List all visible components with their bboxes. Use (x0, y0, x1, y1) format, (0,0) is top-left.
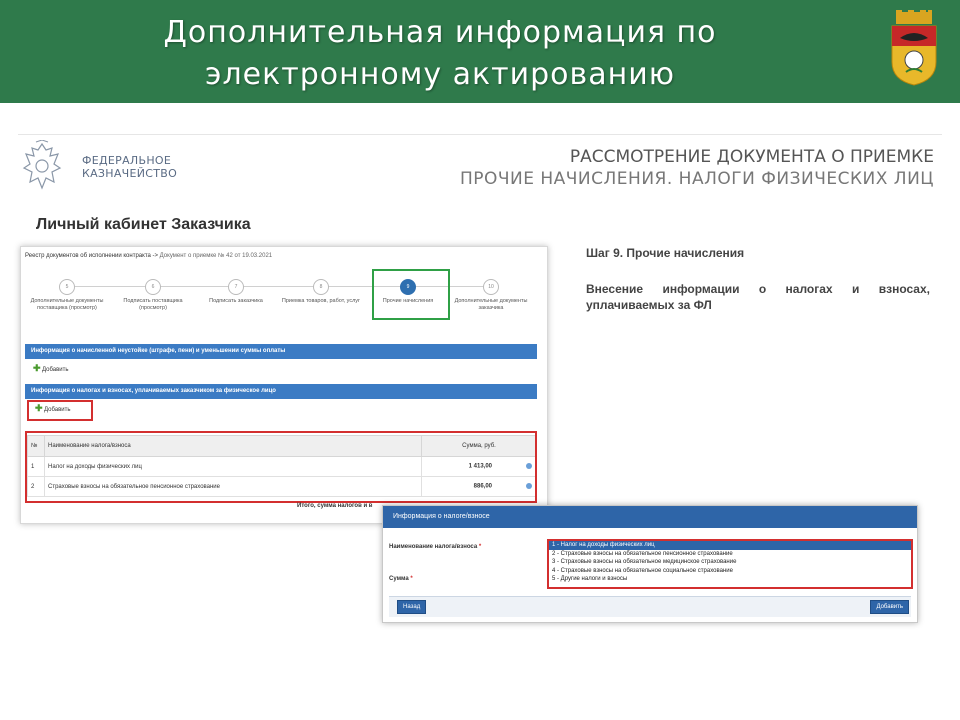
eagle-emblem-icon (22, 140, 62, 190)
penalty-section-header: Информация о начисленной неустойке (штра… (25, 344, 537, 359)
add-button-highlight (27, 400, 93, 421)
sum-label-text: Сумма (389, 576, 409, 582)
dropdown-option[interactable]: 2 - Страховые взносы на обязательное пен… (549, 550, 911, 559)
dropdown-option[interactable]: 3 - Страховые взносы на обязательное мед… (549, 558, 911, 567)
add-penalty-button[interactable]: ✚Добавить (33, 363, 69, 374)
add-button[interactable]: Добавить (870, 600, 909, 614)
tax-name-label-text: Наименование налога/взноса (389, 544, 478, 550)
step-description: Внесение информации о налогах и взносах,… (586, 282, 930, 312)
dropdown-option[interactable]: 4 - Страховые взносы на обязательное соц… (549, 567, 911, 576)
dropdown-option[interactable]: 5 - Другие налоги и взносы (549, 575, 911, 584)
active-step-highlight (372, 269, 450, 320)
step-label: Приемка товаров, работ, услуг (281, 298, 361, 304)
org-name-line2: КАЗНАЧЕЙСТВО (82, 167, 178, 180)
step-6[interactable]: 6 Подписать поставщика (просмотр) (113, 279, 193, 312)
org-name-line1: ФЕДЕРАЛЬНОЕ (82, 154, 172, 167)
step-10[interactable]: 10 Дополнительные документы заказчика (451, 279, 531, 312)
title-banner: Дополнительная информация по электронном… (0, 0, 960, 103)
step-heading: Шаг 9. Прочие начисления (586, 246, 745, 260)
back-button[interactable]: Назад (397, 600, 427, 614)
dialog-footer (389, 596, 911, 617)
step-label: Подписать заказчика (209, 298, 263, 304)
step-label: Дополнительные документы поставщика (про… (30, 298, 104, 311)
breadcrumb-link[interactable]: Реестр документов об исполнении контракт… (25, 253, 158, 259)
document-title-line2: ПРОЧИЕ НАЧИСЛЕНИЯ. НАЛОГИ ФИЗИЧЕСКИХ ЛИЦ (459, 169, 934, 189)
header-divider (18, 134, 942, 135)
sum-label: Сумма * (389, 576, 413, 582)
step-label: Подписать поставщика (просмотр) (123, 298, 183, 311)
coat-of-arms-icon (891, 10, 937, 86)
tax-name-label: Наименование налога/взноса * (389, 544, 481, 550)
step-number: 10 (483, 279, 499, 295)
step-5[interactable]: 5 Дополнительные документы поставщика (п… (27, 279, 107, 312)
application-screenshot: Реестр документов об исполнении контракт… (20, 246, 548, 524)
dropdown-option-selected[interactable]: 1 - Налог на доходы физических лиц (549, 541, 911, 550)
tax-type-dropdown[interactable]: 1 - Налог на доходы физических лиц 2 - С… (547, 539, 913, 589)
plus-icon: ✚ (33, 363, 41, 373)
breadcrumb-current: Документ о приемке № 42 от 19.03.2021 (159, 253, 273, 259)
step-number: 8 (313, 279, 329, 295)
add-penalty-label: Добавить (42, 367, 69, 373)
slide-title-line2: электронному актированию (205, 57, 675, 92)
step-7[interactable]: 7 Подписать заказчика (196, 279, 276, 305)
slide-title-line1: Дополнительная информация по (163, 15, 717, 50)
step-number: 6 (145, 279, 161, 295)
required-mark: * (478, 544, 482, 550)
step-8[interactable]: 8 Приемка товаров, работ, услуг (281, 279, 361, 305)
tax-section-header: Информация о налогах и взносах, уплачива… (25, 384, 537, 399)
required-mark: * (410, 576, 413, 582)
step-number: 7 (228, 279, 244, 295)
step-label: Дополнительные документы заказчика (454, 298, 528, 311)
dialog-title: Информация о налоге/взносе (383, 506, 917, 528)
cabinet-heading: Личный кабинет Заказчика (36, 216, 251, 233)
total-label: Итого, сумма налогов и в (297, 503, 373, 509)
document-title-line1: РАССМОТРЕНИЕ ДОКУМЕНТА О ПРИЕМКЕ (569, 147, 934, 167)
step-number: 5 (59, 279, 75, 295)
org-name: ФЕДЕРАЛЬНОЕ КАЗНАЧЕЙСТВО (82, 154, 177, 180)
document-title: РАССМОТРЕНИЕ ДОКУМЕНТА О ПРИЕМКЕ ПРОЧИЕ … (460, 146, 934, 190)
slide-title: Дополнительная информация по электронном… (120, 12, 760, 96)
table-highlight (25, 431, 537, 503)
breadcrumb: Реестр документов об исполнении контракт… (25, 253, 272, 259)
tax-info-dialog: Информация о налоге/взносе Наименование … (382, 505, 918, 623)
